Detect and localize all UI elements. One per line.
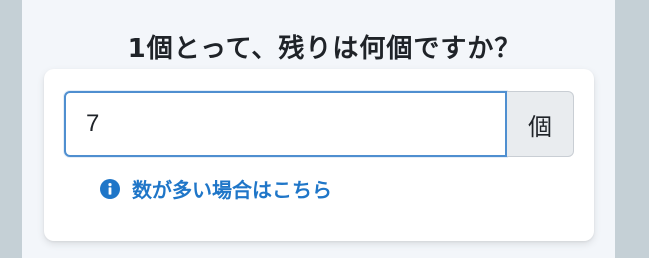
answer-card: 個 数が多い場合はこちら [44, 69, 594, 241]
info-circle-icon [100, 178, 120, 199]
answer-input-group: 個 [64, 91, 574, 157]
many-items-help-link[interactable]: 数が多い場合はこちら [100, 174, 332, 203]
unit-label: 個 [507, 91, 574, 157]
question-title: 1個とって、残りは何個ですか？ [127, 34, 522, 64]
answer-input[interactable] [64, 91, 507, 157]
help-link-label: 数が多い場合はこちら [132, 178, 332, 202]
